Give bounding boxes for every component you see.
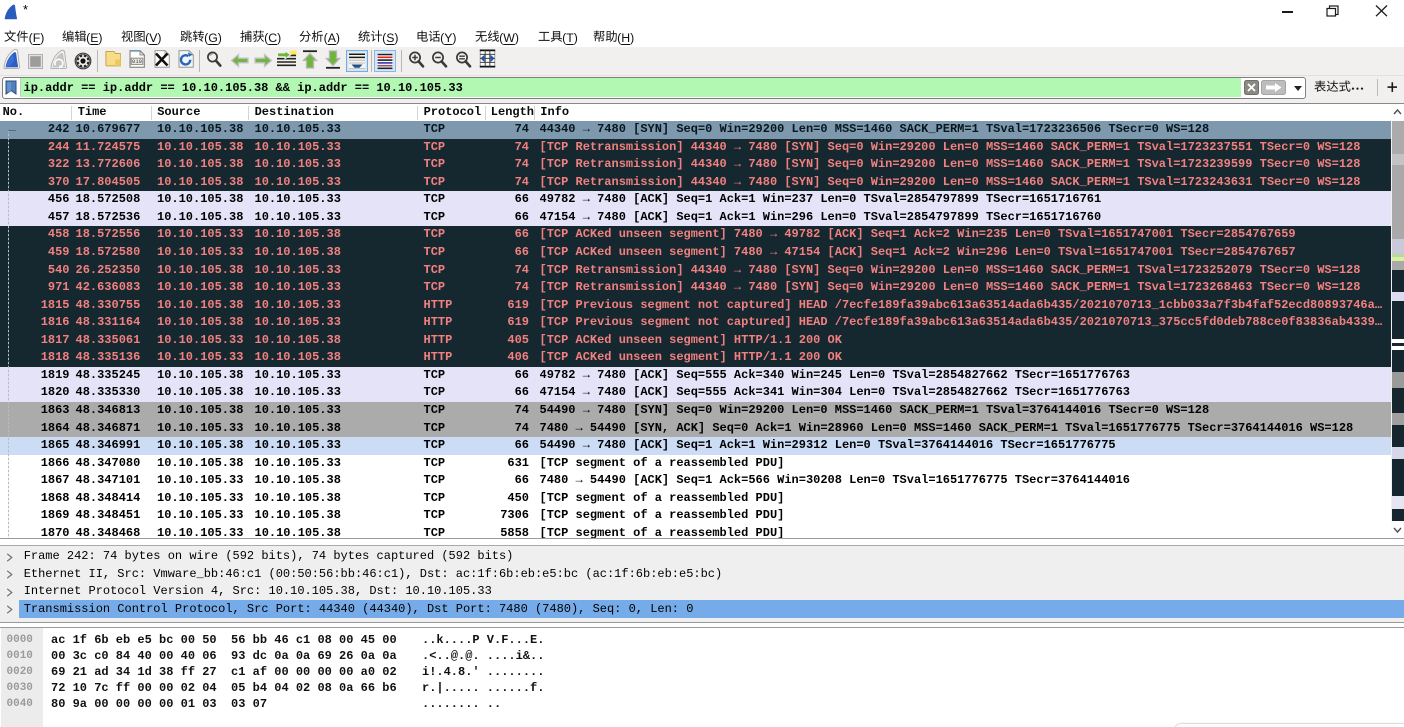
svg-text:010: 010 [132,58,142,65]
